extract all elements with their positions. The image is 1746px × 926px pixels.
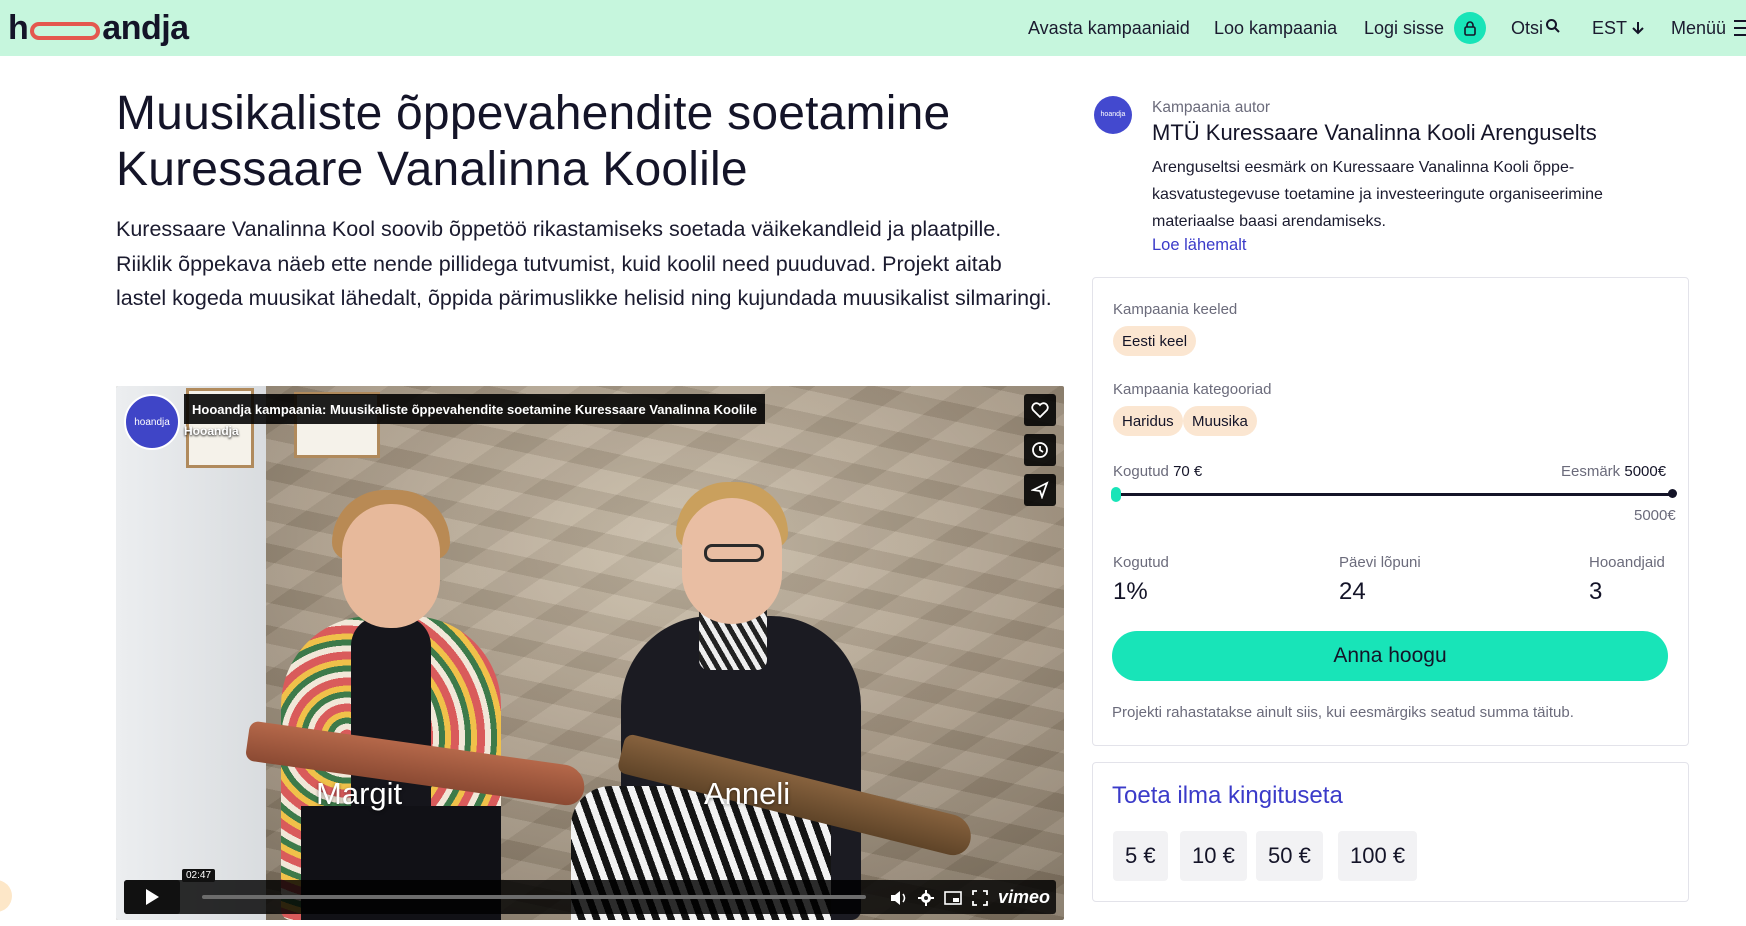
raised-row: Kogutud 70 € xyxy=(1113,463,1202,480)
chat-widget-icon[interactable] xyxy=(0,880,12,912)
video-channel-name[interactable]: Hooandja xyxy=(184,424,239,438)
support-campaign-button[interactable]: Anna hoogu xyxy=(1112,631,1668,681)
author-label: Kampaania autor xyxy=(1152,99,1271,116)
language-label: EST xyxy=(1592,17,1628,38)
volume-icon[interactable] xyxy=(890,890,908,906)
logo-text: andja xyxy=(102,8,189,47)
like-heart-icon[interactable] xyxy=(1024,394,1056,426)
picture-in-picture-icon[interactable] xyxy=(944,890,962,905)
lock-icon xyxy=(1454,12,1487,44)
video-title[interactable]: Hooandja kampaania: Muusikaliste õppevah… xyxy=(184,394,765,424)
video-controls: vimeo xyxy=(890,887,1050,908)
stat-days-value: 24 xyxy=(1339,578,1366,605)
raised-value: 70 € xyxy=(1173,463,1203,480)
funding-progress-bar xyxy=(1116,493,1674,496)
arrow-down-icon xyxy=(1632,22,1644,35)
funding-progress-end xyxy=(1668,489,1677,498)
language-selector[interactable]: EST xyxy=(1592,0,1645,56)
nav-search-label: Otsi xyxy=(1511,17,1544,38)
stat-raised-label: Kogutud xyxy=(1113,554,1169,571)
play-icon[interactable] xyxy=(124,880,180,914)
goal-row: Eesmärk 5000€ xyxy=(1561,463,1666,480)
support-without-reward-title[interactable]: Toeta ilma kingituseta xyxy=(1112,782,1343,810)
stat-days-label: Päevi lõpuni xyxy=(1339,554,1421,571)
campaign-title: Muusikaliste õppevahendite soetamine Kur… xyxy=(116,87,951,196)
menu-label: Menüü xyxy=(1671,17,1727,38)
vimeo-logo[interactable]: vimeo xyxy=(998,887,1050,908)
nav-search[interactable]: Otsi xyxy=(1511,0,1561,56)
settings-gear-icon[interactable] xyxy=(917,889,934,906)
top-navigation-bar: h andja Avasta kampaaniaid Loo kampaania … xyxy=(0,0,1746,56)
video-progress-track[interactable] xyxy=(202,895,866,899)
hamburger-icon xyxy=(1734,15,1746,41)
video-name-caption: Margit xyxy=(316,776,403,811)
amount-button[interactable]: 10 € xyxy=(1180,831,1247,881)
goal-under-bar: 5000€ xyxy=(1634,507,1676,524)
category-tag[interactable]: Haridus xyxy=(1113,406,1183,436)
fullscreen-icon[interactable] xyxy=(972,889,988,906)
goal-label: Eesmärk xyxy=(1561,463,1621,480)
video-person-margit-face xyxy=(342,504,440,628)
author-description: Arenguseltsi eesmärk on Kuressaare Vanal… xyxy=(1152,159,1603,230)
campaign-lead: Kuressaare Vanalinna Kool soovib õppetöö… xyxy=(116,217,1052,310)
amount-button[interactable]: 50 € xyxy=(1256,831,1323,881)
nav-explore-campaigns[interactable]: Avasta kampaaniaid xyxy=(1028,0,1190,56)
author-name[interactable]: MTÜ Kuressaare Vanalinna Kooli Arengusel… xyxy=(1152,120,1597,146)
stat-raised-value: 1% xyxy=(1113,578,1148,605)
language-tag: Eesti keel xyxy=(1113,326,1197,356)
campaign-categories-label: Kampaania kategooriad xyxy=(1113,381,1272,398)
hooandja-logo[interactable]: h andja xyxy=(8,8,189,48)
author-avatar[interactable]: hoandja xyxy=(1094,96,1132,134)
campaign-languages-label: Kampaania keeled xyxy=(1113,301,1238,318)
nav-menu[interactable]: Menüü xyxy=(1671,0,1746,56)
category-tag[interactable]: Muusika xyxy=(1183,406,1257,436)
campaign-video-player[interactable]: Margit Anneli hoandja Hooandja kampaania… xyxy=(116,386,1064,920)
video-channel-avatar[interactable]: hoandja xyxy=(124,394,180,450)
logo-ring-icon xyxy=(30,22,101,40)
search-icon xyxy=(1546,19,1560,33)
goal-value: 5000€ xyxy=(1624,463,1667,480)
amount-button[interactable]: 100 € xyxy=(1338,831,1418,881)
nav-login-label: Logi sisse xyxy=(1364,17,1445,38)
funding-note: Projekti rahastatakse ainult siis, kui e… xyxy=(1112,704,1574,721)
watch-later-clock-icon[interactable] xyxy=(1024,434,1056,466)
share-send-icon[interactable] xyxy=(1024,474,1056,506)
author-read-more-link[interactable]: Loe lähemalt xyxy=(1152,236,1246,255)
video-name-caption: Anneli xyxy=(704,776,791,811)
video-duration: 02:47 xyxy=(182,869,216,882)
nav-create-campaign[interactable]: Loo kampaania xyxy=(1214,0,1337,56)
logo-letter-h: h xyxy=(8,8,29,47)
stat-backers-label: Hooandjaid xyxy=(1589,554,1665,571)
stat-backers-value: 3 xyxy=(1589,578,1603,605)
amount-button[interactable]: 5 € xyxy=(1113,831,1168,881)
funding-progress-marker xyxy=(1111,487,1121,502)
raised-label: Kogutud xyxy=(1113,463,1169,480)
glasses-icon xyxy=(704,544,764,562)
nav-login[interactable]: Logi sisse xyxy=(1364,0,1487,56)
